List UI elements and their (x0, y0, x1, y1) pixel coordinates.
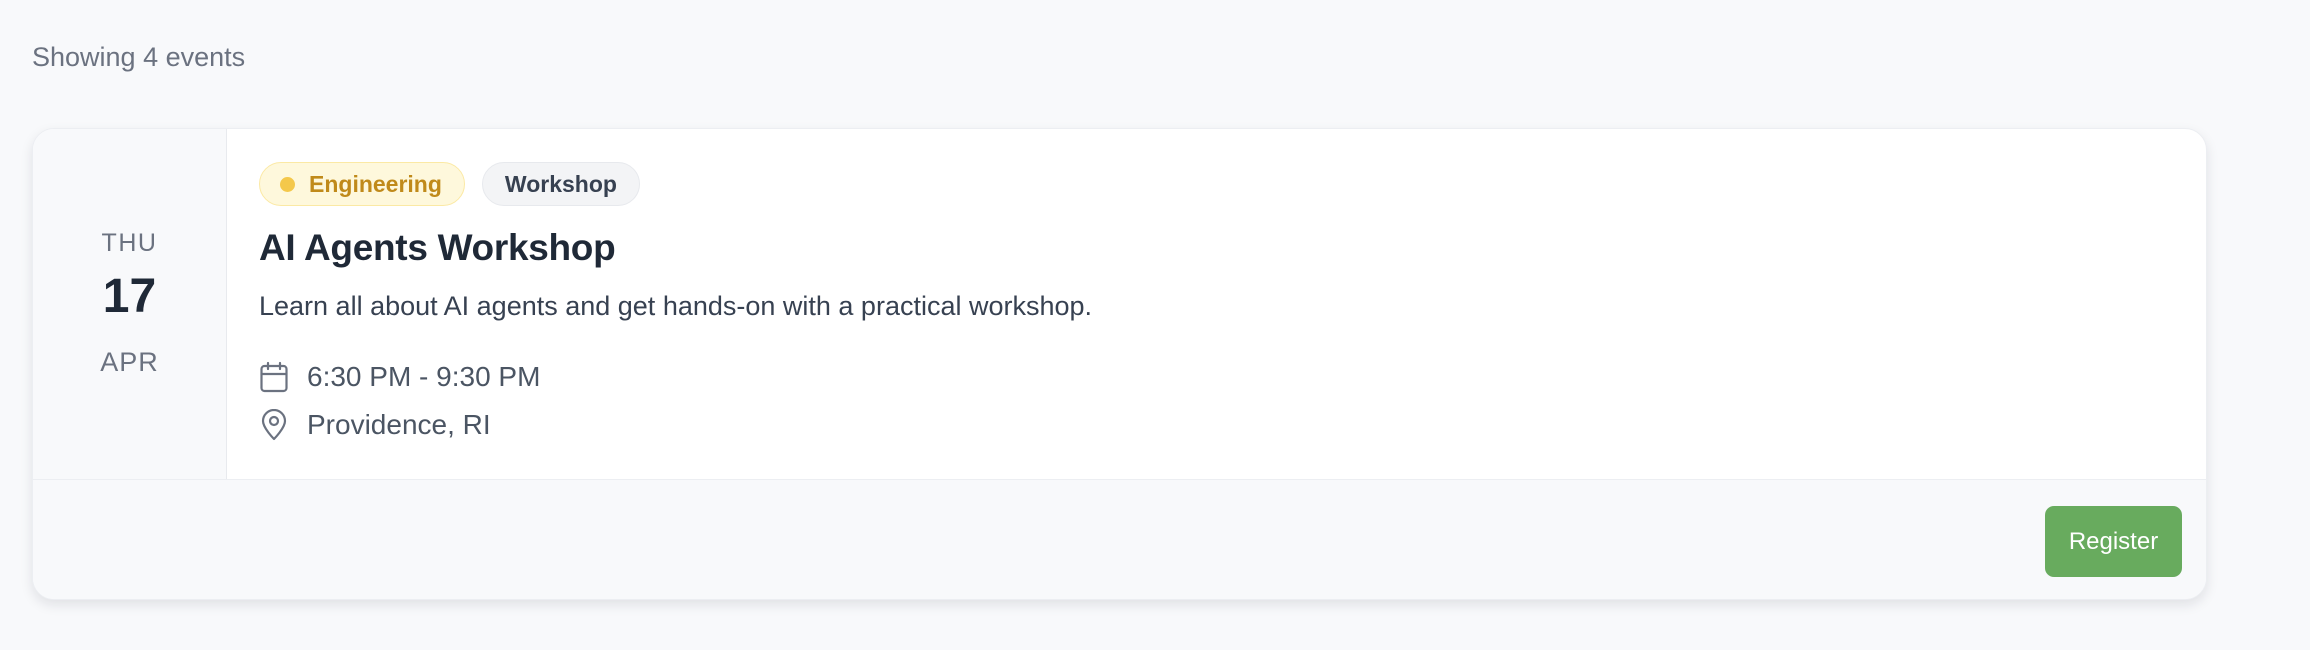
event-details: Engineering Workshop AI Agents Workshop … (227, 129, 2206, 479)
event-location: Providence, RI (307, 409, 491, 440)
event-weekday: THU (101, 229, 158, 257)
map-pin-icon (259, 409, 289, 441)
register-button[interactable]: Register (2045, 506, 2182, 577)
event-month: APR (100, 347, 159, 377)
event-day: 17 (102, 270, 157, 323)
category-dot-icon (280, 176, 295, 192)
type-tag: Workshop (481, 162, 640, 206)
event-card-footer: Register (33, 479, 2206, 599)
event-tags: Engineering Workshop (259, 162, 640, 206)
event-card: THU 17 APR Engineering Workshop AI Agent… (32, 128, 2207, 600)
event-description: Learn all about AI agents and get hands-… (259, 291, 1093, 321)
results-count: Showing 4 events (32, 42, 246, 72)
event-time-row: 6:30 PM - 9:30 PM (259, 361, 540, 393)
type-tag-label: Workshop (504, 170, 617, 197)
event-time: 6:30 PM - 9:30 PM (307, 361, 541, 392)
event-location-row: Providence, RI (259, 409, 491, 441)
category-tag-label: Engineering (309, 170, 442, 197)
category-tag: Engineering (259, 162, 465, 206)
event-date-block: THU 17 APR (33, 129, 227, 479)
event-title: AI Agents Workshop (259, 227, 616, 268)
event-card-body: THU 17 APR Engineering Workshop AI Agent… (33, 129, 2206, 479)
calendar-icon (259, 361, 289, 393)
